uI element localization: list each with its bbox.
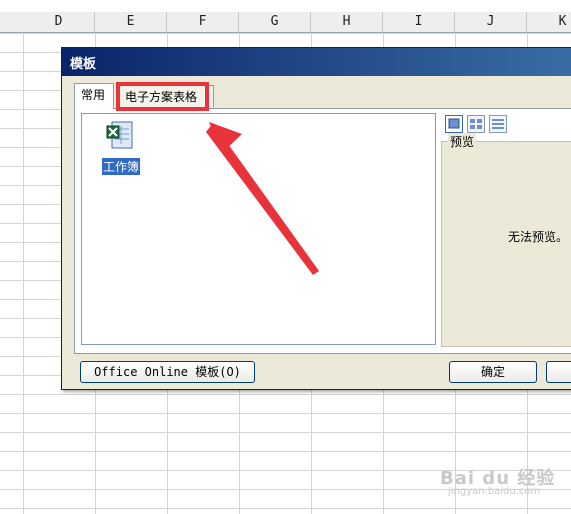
column-header-g[interactable]: G <box>239 12 311 32</box>
dialog-titlebar[interactable]: 模板 <box>62 48 571 76</box>
list-view-button[interactable] <box>467 115 485 133</box>
template-list[interactable]: 工作簿 <box>81 113 436 345</box>
preview-group: 预览 无法预览。 <box>441 133 571 347</box>
preview-label: 预览 <box>448 133 477 150</box>
column-header-d[interactable]: D <box>23 12 95 32</box>
excel-workbook-icon <box>106 121 133 149</box>
details-view-button[interactable] <box>489 115 507 133</box>
office-online-templates-button[interactable]: Office Online 模板(O) <box>80 361 255 383</box>
watermark: Bai du 经验 jingyan.baidu.com <box>440 460 565 502</box>
column-header-k[interactable]: K <box>527 12 571 32</box>
list-icon <box>470 119 482 129</box>
tab-panel: 工作簿 预览 无法预览。 <box>74 108 571 354</box>
annotation-highlight-box <box>116 82 209 111</box>
column-header-e[interactable]: E <box>95 12 167 32</box>
column-headers: D E F G H I J K <box>0 12 571 33</box>
preview-message: 无法预览。 <box>508 230 569 244</box>
column-header-j[interactable]: J <box>455 12 527 32</box>
watermark-url: jingyan.baidu.com <box>448 486 541 497</box>
template-label: 工作簿 <box>101 158 140 175</box>
dialog-title: 模板 <box>70 57 97 72</box>
column-header-i[interactable]: I <box>383 12 455 32</box>
column-header-f[interactable]: F <box>167 12 239 32</box>
large-icons-icon <box>448 118 460 129</box>
details-icon <box>492 119 504 129</box>
ok-button[interactable]: 确定 <box>449 361 537 383</box>
cancel-button[interactable] <box>546 361 571 383</box>
template-item-workbook[interactable]: 工作簿 <box>100 120 142 175</box>
column-header-h[interactable]: H <box>311 12 383 32</box>
large-icons-view-button[interactable] <box>445 115 463 133</box>
tab-common[interactable]: 常用 <box>74 83 114 109</box>
